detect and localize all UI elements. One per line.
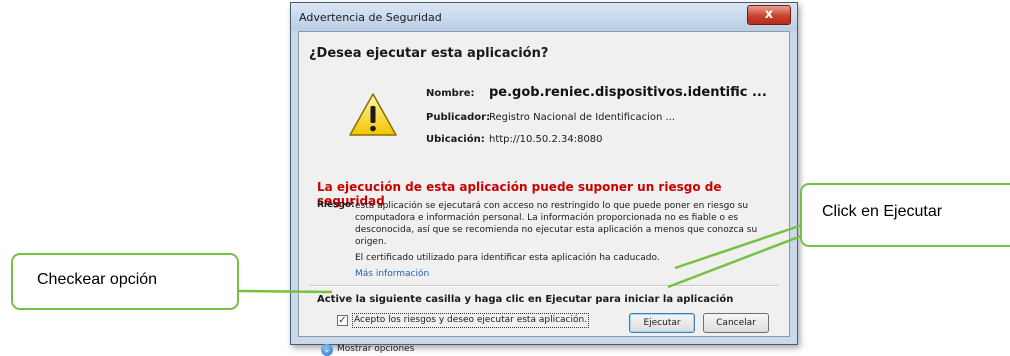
location-value: http://10.50.2.34:8080	[489, 134, 603, 145]
dialog-body: ¿Desea ejecutar esta aplicación? Nombre:…	[298, 31, 790, 356]
window-title: Advertencia de Seguridad	[299, 11, 442, 24]
risk-label: Riesgo:	[317, 200, 355, 210]
run-button[interactable]: Ejecutar	[629, 313, 695, 333]
check-option-callout-text: Checkear opción	[37, 271, 158, 288]
name-value: pe.gob.reniec.dispositivos.identific ...	[489, 85, 767, 100]
location-label: Ubicación:	[426, 134, 485, 145]
title-bar: Advertencia de Seguridad x	[291, 3, 797, 31]
checkmark-icon: ✓	[338, 315, 347, 326]
publisher-value: Registro Nacional de Identificacion ...	[489, 112, 676, 123]
more-info-link[interactable]: Más información	[355, 269, 429, 279]
publisher-label: Publicador:	[426, 112, 491, 123]
name-label: Nombre:	[426, 88, 475, 99]
activate-instruction: Active la siguiente casilla y haga clic …	[317, 294, 734, 305]
certificate-notice: El certificado utilizado para identifica…	[355, 253, 660, 263]
show-options-link[interactable]: Mostrar opciones	[337, 344, 414, 354]
close-icon: x	[764, 7, 774, 22]
accept-risks-label[interactable]: Acepto los riesgos y deseo ejecutar esta…	[352, 313, 590, 328]
risk-description: esta aplicación se ejecutará con acceso …	[355, 201, 758, 247]
cancel-button[interactable]: Cancelar	[703, 313, 769, 333]
click-run-callout-text: Click en Ejecutar	[822, 203, 943, 220]
chevron-down-icon[interactable]: ⌄	[321, 344, 333, 356]
close-button[interactable]: x	[747, 5, 791, 25]
separator	[309, 285, 779, 287]
check-option-callout: Checkear opción	[11, 253, 239, 310]
dialog-heading: ¿Desea ejecutar esta aplicación?	[309, 46, 549, 61]
security-warning-dialog: Advertencia de Seguridad x ¿Desea ejecut…	[290, 2, 798, 356]
warning-icon	[349, 93, 397, 136]
accept-risks-checkbox[interactable]: ✓	[337, 315, 348, 326]
click-run-callout: Click en Ejecutar	[800, 183, 1010, 247]
